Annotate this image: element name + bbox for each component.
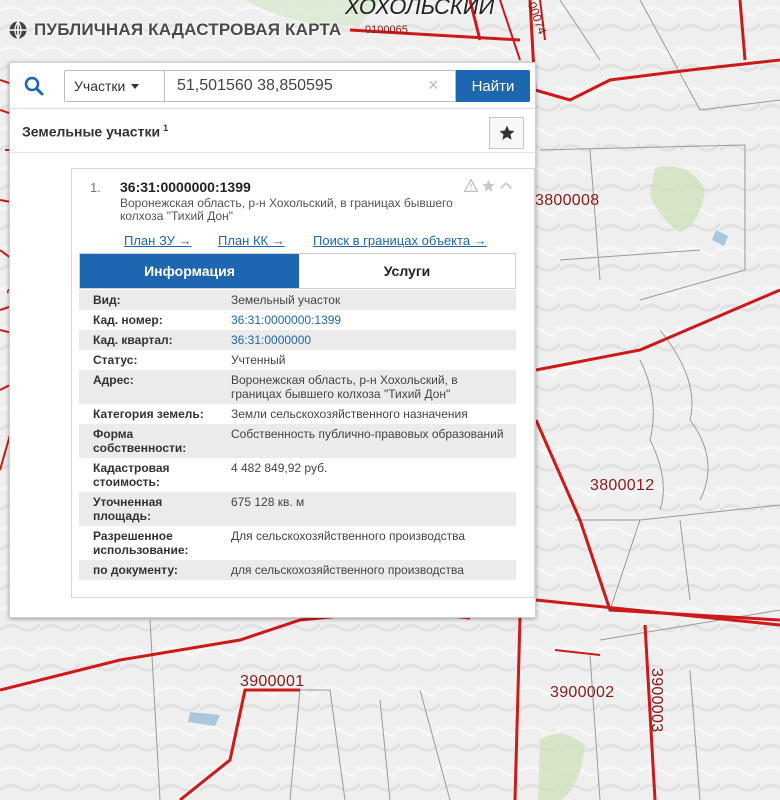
- map-label-quarter: 3800012: [590, 477, 655, 494]
- tab-services[interactable]: Услуги: [299, 254, 515, 288]
- field-value: Учтенный: [223, 350, 516, 370]
- result-index: 1.: [90, 180, 101, 195]
- field-value: 4 482 849,92 руб.: [223, 458, 516, 492]
- star-icon[interactable]: [481, 179, 496, 193]
- search-in-bounds-link[interactable]: Поиск в границах объекта →: [313, 233, 487, 248]
- field-label: Категория земель:: [79, 404, 223, 424]
- result-address: Воронежская область, р-н Хохольский, в г…: [120, 196, 453, 223]
- results-count: 1: [163, 123, 169, 133]
- table-row: Разрешенное использование: Для сельскохоз…: [79, 526, 516, 560]
- table-row: Адрес: Воронежская область, р-н Хохольски…: [79, 370, 516, 404]
- map-label-quarter: 3800008: [535, 192, 600, 209]
- table-row: по документу: для сельскохозяйственного п…: [79, 560, 516, 580]
- field-label: Кад. номер:: [79, 310, 223, 330]
- field-label: Кадастровая стоимость:: [79, 458, 223, 492]
- find-button[interactable]: Найти: [456, 70, 530, 102]
- results-header: Земельные участки 1: [10, 109, 535, 153]
- map-label-quarter: 3900001: [240, 673, 305, 690]
- field-label: Статус:: [79, 350, 223, 370]
- field-label: Адрес:: [79, 370, 223, 404]
- plan-zu-link[interactable]: План ЗУ →: [124, 233, 192, 248]
- globe-logo-icon: [9, 21, 27, 39]
- map-label-quarter: 3900002: [550, 684, 615, 701]
- table-row: Кад. квартал: 36:31:0000000: [79, 330, 516, 350]
- field-label: Вид:: [79, 290, 223, 310]
- search-bar: Участки × Найти: [10, 63, 535, 109]
- field-value: для сельскохозяйственного производства: [223, 560, 516, 580]
- table-row: Форма собственности: Собственность публич…: [79, 424, 516, 458]
- plan-kk-link[interactable]: План КК →: [218, 233, 285, 248]
- tab-information[interactable]: Информация: [80, 254, 299, 288]
- result-tabs: Информация Услуги: [79, 253, 516, 289]
- star-icon: [499, 125, 514, 140]
- table-row: Кадастровая стоимость: 4 482 849,92 руб.: [79, 458, 516, 492]
- clear-icon[interactable]: ×: [428, 76, 439, 94]
- search-type-label: Участки: [74, 78, 126, 94]
- search-type-select[interactable]: Участки: [64, 70, 165, 102]
- field-label: Разрешенное использование:: [79, 526, 223, 560]
- table-row: Уточненная площадь: 675 128 кв. м: [79, 492, 516, 526]
- result-card: 1. 36:31:0000000:1399 Воронежская област…: [71, 168, 535, 598]
- app-header: ПУБЛИЧНАЯ КАДАСТРОВАЯ КАРТА: [8, 20, 341, 40]
- table-row: Статус: Учтенный: [79, 350, 516, 370]
- field-label: Кад. квартал:: [79, 330, 223, 350]
- favorites-button[interactable]: [489, 117, 524, 149]
- results-title-text: Земельные участки: [22, 123, 161, 140]
- cad-quarter-link[interactable]: 36:31:0000000: [223, 330, 516, 350]
- info-table: Вид: Земельный участок Кад. номер: 36:31:0…: [79, 290, 516, 580]
- results-title: Земельные участки 1: [22, 123, 168, 140]
- cad-number-link[interactable]: 36:31:0000000:1399: [223, 310, 516, 330]
- result-actions: [464, 179, 513, 193]
- app-title: ПУБЛИЧНАЯ КАДАСТРОВАЯ КАРТА: [34, 20, 342, 39]
- warning-icon[interactable]: [464, 179, 478, 192]
- field-label: Форма собственности:: [79, 424, 223, 458]
- map-label-quarter: 0100065: [365, 24, 408, 36]
- chevron-up-icon[interactable]: [499, 179, 513, 192]
- field-label: Уточненная площадь:: [79, 492, 223, 526]
- table-row: Вид: Земельный участок: [79, 290, 516, 310]
- map-label-town: ХОХОЛЬСКИЙ: [345, 0, 495, 19]
- map-label-quarter: 3900003: [648, 668, 665, 733]
- result-cad-number[interactable]: 36:31:0000000:1399: [120, 179, 251, 195]
- field-value: Воронежская область, р-н Хохольский, в г…: [223, 370, 516, 404]
- field-value: Земли сельскохозяйственного назначения: [223, 404, 516, 424]
- field-label: по документу:: [79, 560, 223, 580]
- search-input[interactable]: [165, 70, 456, 102]
- field-value: Для сельскохозяйственного производства: [223, 526, 516, 560]
- search-icon[interactable]: [10, 63, 58, 109]
- chevron-down-icon: [131, 83, 140, 89]
- table-row: Категория земель: Земли сельскохозяйствен…: [79, 404, 516, 424]
- field-value: Земельный участок: [223, 290, 516, 310]
- table-row: Кад. номер: 36:31:0000000:1399: [79, 310, 516, 330]
- field-value: 675 128 кв. м: [223, 492, 516, 526]
- field-value: Собственность публично-правовых образова…: [223, 424, 516, 458]
